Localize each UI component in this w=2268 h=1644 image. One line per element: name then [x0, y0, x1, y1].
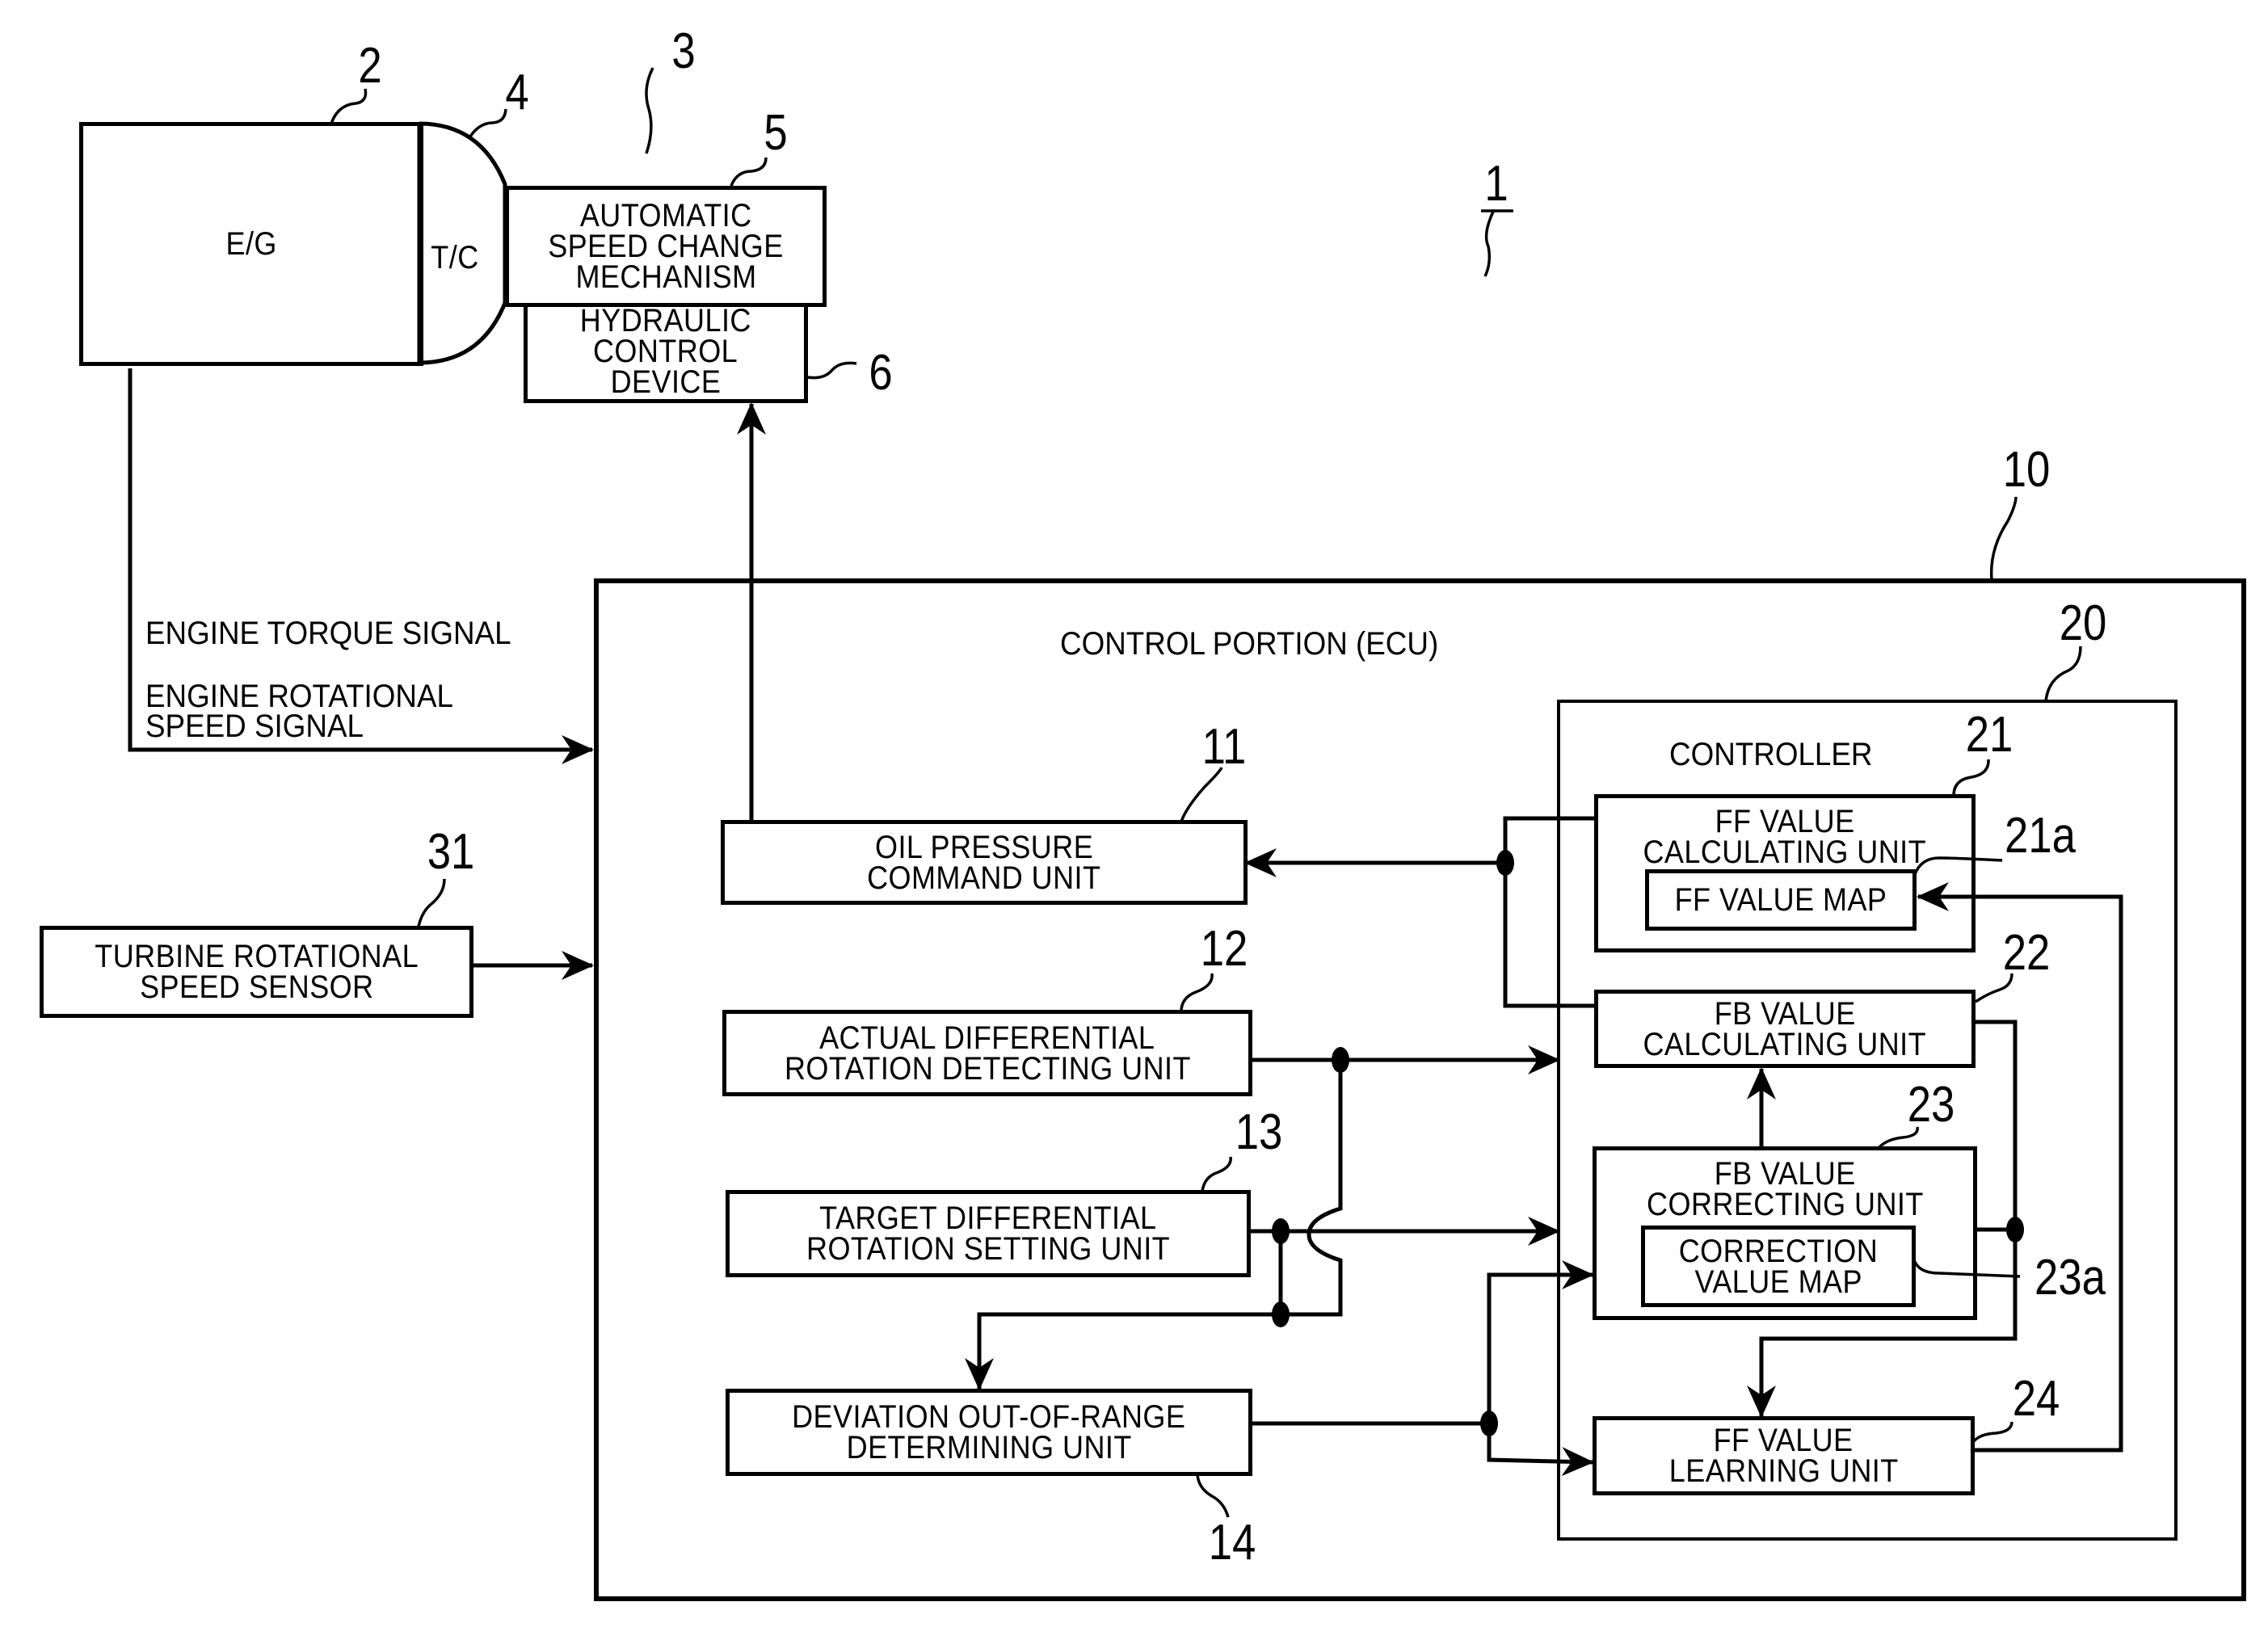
- deviation-out-of-range-determining-unit: DEVIATION OUT-OF-RANGE DETERMINING UNIT: [726, 1389, 1252, 1476]
- leader-5: [730, 157, 768, 187]
- engine-torque-signal-label: ENGINE TORQUE SIGNAL: [145, 616, 511, 651]
- engine-label: E/G: [225, 226, 277, 262]
- mechanism-line-3: MECHANISM: [574, 259, 757, 295]
- leader-4: [467, 108, 507, 140]
- ref-controller: 20: [2059, 595, 2107, 651]
- target-diff-line-1: TARGET DIFFERENTIAL: [819, 1200, 1157, 1236]
- ref-actual-diff: 12: [1200, 921, 1248, 977]
- ecu-title: CONTROL PORTION (ECU): [1060, 626, 1439, 662]
- speed-change-mechanism-box: AUTOMATIC SPEED CHANGE MECHANISM: [505, 186, 827, 307]
- ref-system: 1: [1484, 156, 1508, 212]
- leader-3: [645, 67, 654, 154]
- ff-calc-line-2: CALCULATING UNIT: [1643, 835, 1927, 870]
- controller-title: CONTROLLER: [1669, 737, 1873, 772]
- leader-6: [807, 361, 857, 380]
- leader-1: [1481, 209, 1513, 277]
- ref-ff-learning: 24: [2012, 1371, 2060, 1427]
- torque-converter-label: T/C: [431, 240, 479, 275]
- ref-oil-pressure: 11: [1201, 719, 1247, 775]
- correction-map-line-2: VALUE MAP: [1694, 1263, 1862, 1300]
- engine-box: E/G: [79, 122, 423, 366]
- actual-diff-line-1: ACTUAL DIFFERENTIAL: [819, 1020, 1155, 1056]
- ref-correction-map: 23a: [2034, 1250, 2106, 1306]
- ref-ecu: 10: [2002, 442, 2051, 498]
- oil-pressure-line-2: COMMAND UNIT: [867, 860, 1101, 896]
- fb-value-calculating-unit: FB VALUE CALCULATING UNIT: [1594, 990, 1976, 1068]
- target-differential-rotation-setting-unit: TARGET DIFFERENTIAL ROTATION SETTING UNI…: [726, 1190, 1251, 1277]
- ff-value-learning-unit: FF VALUE LEARNING UNIT: [1593, 1416, 1975, 1495]
- hydraulic-line-1: HYDRAULIC: [579, 302, 752, 338]
- correction-value-map: CORRECTION VALUE MAP: [1641, 1226, 1916, 1307]
- fb-calc-line-2: CALCULATING UNIT: [1643, 1026, 1927, 1062]
- fb-correct-line-2: CORRECTING UNIT: [1646, 1187, 1924, 1222]
- deviation-line-1: DEVIATION OUT-OF-RANGE: [792, 1399, 1186, 1435]
- leader-31: [417, 878, 446, 927]
- ff-learning-line-2: LEARNING UNIT: [1668, 1453, 1899, 1489]
- hydraulic-line-3: DEVICE: [610, 364, 722, 400]
- ff-learning-line-1: FF VALUE: [1714, 1423, 1854, 1458]
- deviation-line-2: DETERMINING UNIT: [846, 1430, 1132, 1465]
- mechanism-line-2: SPEED CHANGE: [548, 229, 784, 264]
- ref-mechanism: 5: [764, 105, 788, 161]
- ref-ff-calc: 21: [1965, 707, 2013, 763]
- turbine-speed-sensor-box: TURBINE ROTATIONAL SPEED SENSOR: [40, 926, 473, 1018]
- ref-deviation: 14: [1208, 1515, 1256, 1570]
- turbine-sensor-line-1: TURBINE ROTATIONAL: [95, 939, 419, 974]
- ff-map-label: FF VALUE MAP: [1674, 882, 1887, 918]
- engine-speed-signal-label-1: ENGINE ROTATIONAL: [145, 679, 453, 714]
- leader-10: [1989, 496, 2018, 581]
- actual-diff-line-2: ROTATION DETECTING UNIT: [784, 1050, 1191, 1087]
- correction-map-line-1: CORRECTION: [1678, 1233, 1879, 1269]
- engine-speed-signal-label-2: SPEED SIGNAL: [145, 708, 364, 744]
- ff-calc-line-1: FF VALUE: [1715, 804, 1855, 839]
- oil-pressure-line-1: OIL PRESSURE: [874, 829, 1094, 865]
- ref-fb-calc: 22: [2002, 925, 2051, 981]
- fb-calc-line-1: FB VALUE: [1714, 995, 1856, 1032]
- mechanism-line-1: AUTOMATIC: [579, 198, 752, 233]
- ref-target-diff: 13: [1235, 1104, 1283, 1160]
- ref-transmission: 3: [671, 23, 696, 79]
- ref-fb-correct: 23: [1907, 1077, 1955, 1133]
- ref-ff-map: 21a: [2005, 808, 2076, 864]
- actual-differential-rotation-detecting-unit: ACTUAL DIFFERENTIAL ROTATION DETECTING U…: [722, 1010, 1252, 1096]
- target-diff-line-2: ROTATION SETTING UNIT: [806, 1231, 1171, 1267]
- ff-value-map: FF VALUE MAP: [1645, 869, 1917, 931]
- hydraulic-control-device-box: HYDRAULIC CONTROL DEVICE: [524, 303, 808, 403]
- ref-torque-converter: 4: [505, 65, 529, 120]
- leader-2: [330, 88, 368, 124]
- hydraulic-line-2: CONTROL: [593, 333, 738, 369]
- oil-pressure-command-unit: OIL PRESSURE COMMAND UNIT: [721, 820, 1248, 905]
- fb-correct-line-1: FB VALUE: [1714, 1156, 1856, 1192]
- ref-engine: 2: [358, 38, 382, 94]
- ref-turbine-sensor: 31: [427, 824, 475, 880]
- turbine-sensor-line-2: SPEED SENSOR: [139, 969, 374, 1005]
- ref-hydraulic: 6: [869, 345, 893, 401]
